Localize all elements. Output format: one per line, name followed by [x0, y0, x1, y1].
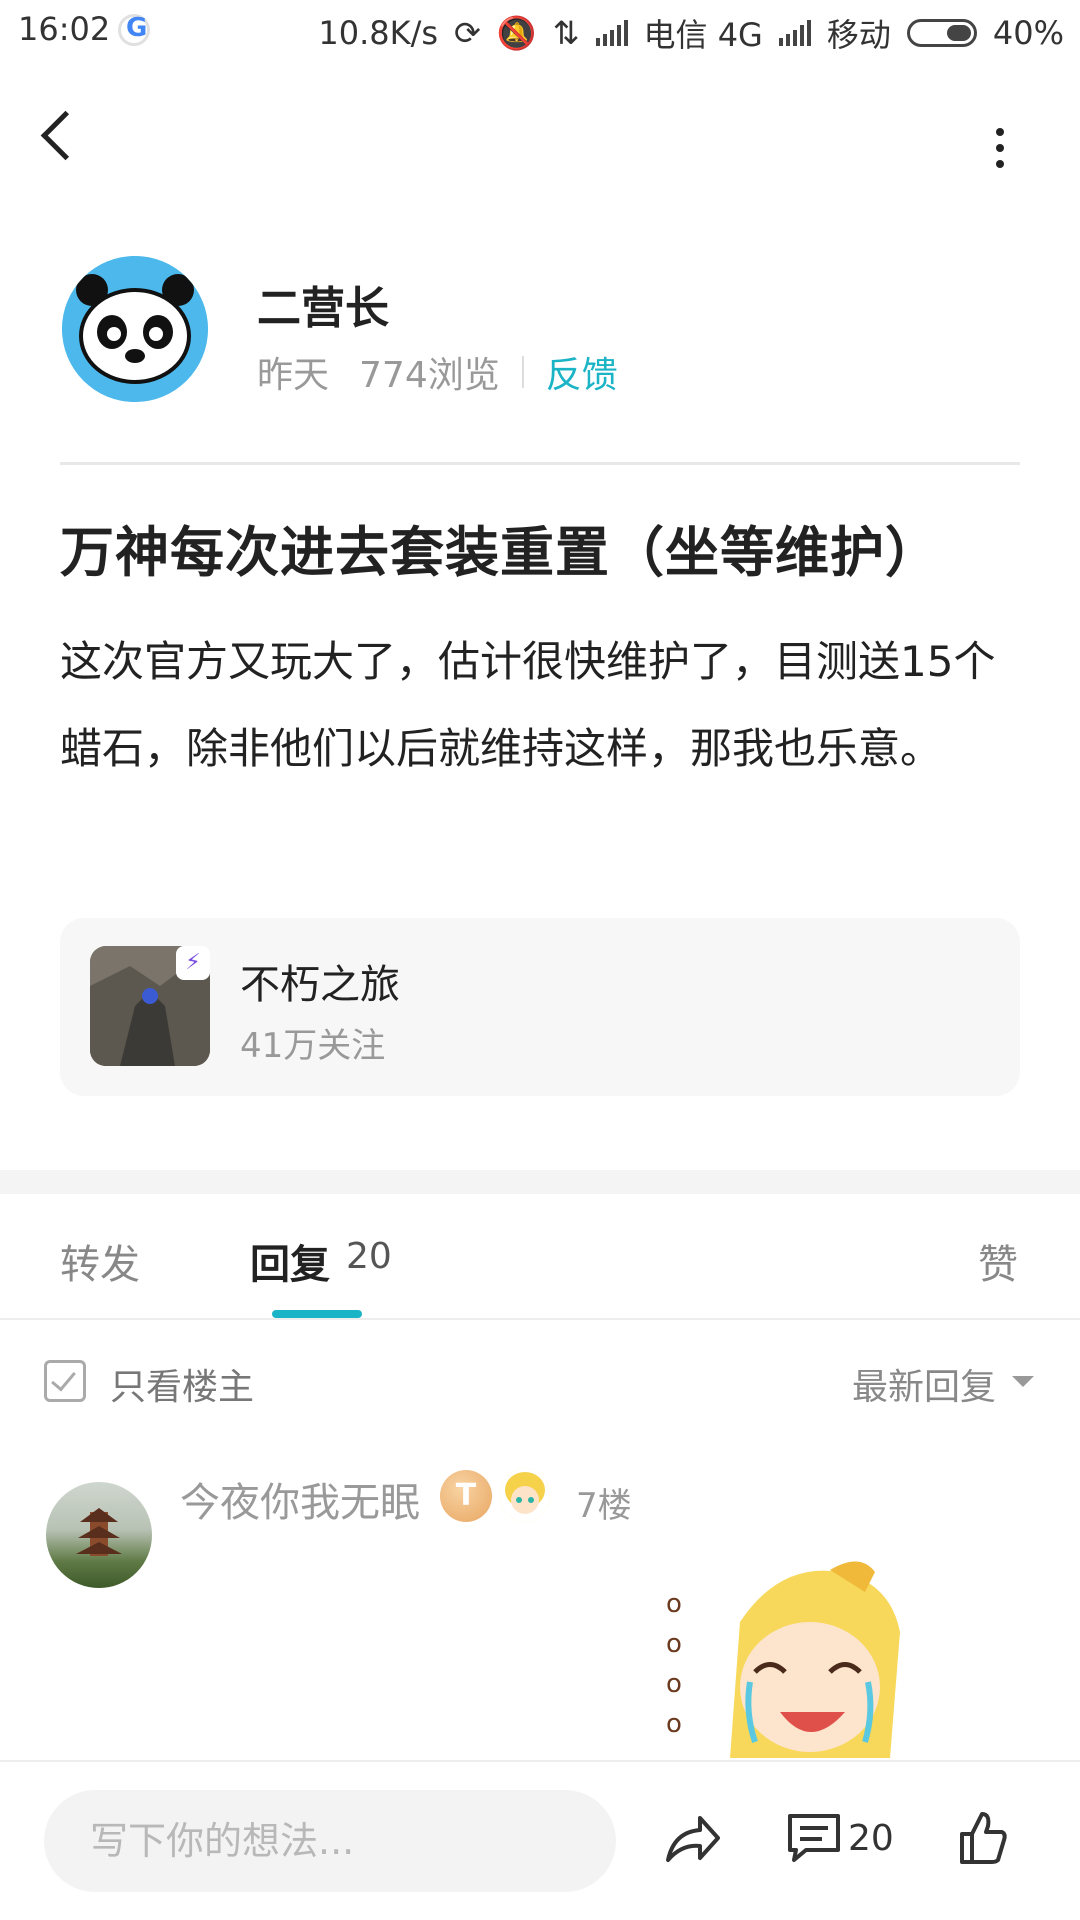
status-right: 10.8K/s ⟳ 🔕 ⇅ 电信 4G 移动 40%	[318, 10, 1064, 56]
tab-reply-count[interactable]: 20	[346, 1236, 392, 1277]
signal-icon	[595, 20, 628, 46]
carrier-2: 移动	[826, 16, 891, 54]
active-tab-indicator	[272, 1310, 362, 1318]
svg-text:o: o	[666, 1629, 682, 1659]
bottom-divider	[0, 1760, 1080, 1762]
only-op-checkbox[interactable]	[44, 1360, 86, 1402]
section-separator	[0, 1170, 1080, 1194]
author-avatar[interactable]	[62, 256, 208, 402]
laughing-sticker: o o o o	[660, 1552, 920, 1758]
svg-text:o: o	[666, 1709, 682, 1739]
author-name[interactable]: 二营长	[257, 272, 389, 336]
meta-separator	[521, 356, 524, 388]
comment-icon[interactable]	[786, 1812, 842, 1864]
game-name[interactable]: 不朽之旅	[240, 952, 400, 1010]
mute-icon: 🔕	[496, 14, 537, 52]
battery-level: 40%	[992, 14, 1064, 52]
tab-forward[interactable]: 转发	[60, 1232, 140, 1290]
commenter-avatar[interactable]	[46, 1482, 152, 1588]
author-divider	[60, 462, 1020, 465]
floor-number: 7楼	[576, 1486, 632, 1526]
signal-icon-2	[778, 20, 811, 46]
tab-divider	[0, 1318, 1080, 1320]
more-icon[interactable]	[994, 128, 1006, 168]
thumbs-up-icon[interactable]	[958, 1810, 1008, 1866]
post-title: 万神每次进去套装重置（坐等维护）	[60, 521, 940, 584]
status-time: 16:02	[18, 10, 111, 48]
user-emblem-icon	[500, 1468, 550, 1522]
battery-icon	[906, 19, 977, 47]
chevron-down-icon[interactable]	[1012, 1376, 1034, 1387]
post-time: 昨天	[257, 355, 330, 396]
sort-dropdown[interactable]: 最新回复	[852, 1358, 996, 1410]
carrier-1: 电信 4G	[643, 16, 763, 54]
comment-count[interactable]: 20	[848, 1818, 894, 1859]
sync-icon: ⟳	[454, 14, 481, 52]
level-badge: T	[440, 1470, 492, 1522]
svg-text:o: o	[666, 1669, 682, 1699]
share-icon[interactable]	[664, 1812, 722, 1866]
feedback-link[interactable]: 反馈	[546, 346, 618, 398]
game-followers: 41万关注	[240, 1026, 386, 1066]
tab-like[interactable]: 赞	[978, 1232, 1018, 1290]
commenter-name[interactable]: 今夜你我无眠	[180, 1470, 420, 1528]
back-icon[interactable]	[40, 110, 91, 161]
post-meta: 昨天 774浏览 反馈	[257, 346, 618, 398]
only-op-label[interactable]: 只看楼主	[110, 1358, 254, 1410]
google-icon	[118, 13, 150, 46]
reply-input[interactable]	[44, 1790, 616, 1892]
net-speed: 10.8K/s	[318, 14, 439, 52]
tab-reply[interactable]: 回复	[250, 1232, 330, 1290]
svg-text:o: o	[666, 1589, 682, 1619]
post-body: 这次官方又玩大了，估计很快维护了，目测送15个蜡石，除非他们以后就维持这样，那我…	[60, 637, 996, 773]
lightning-icon: ⚡	[176, 946, 210, 980]
view-count: 774浏览	[359, 355, 500, 396]
data-arrows-icon: ⇅	[552, 14, 580, 52]
status-bar: 16:02 10.8K/s ⟳ 🔕 ⇅ 电信 4G 移动 40%	[0, 0, 1080, 62]
